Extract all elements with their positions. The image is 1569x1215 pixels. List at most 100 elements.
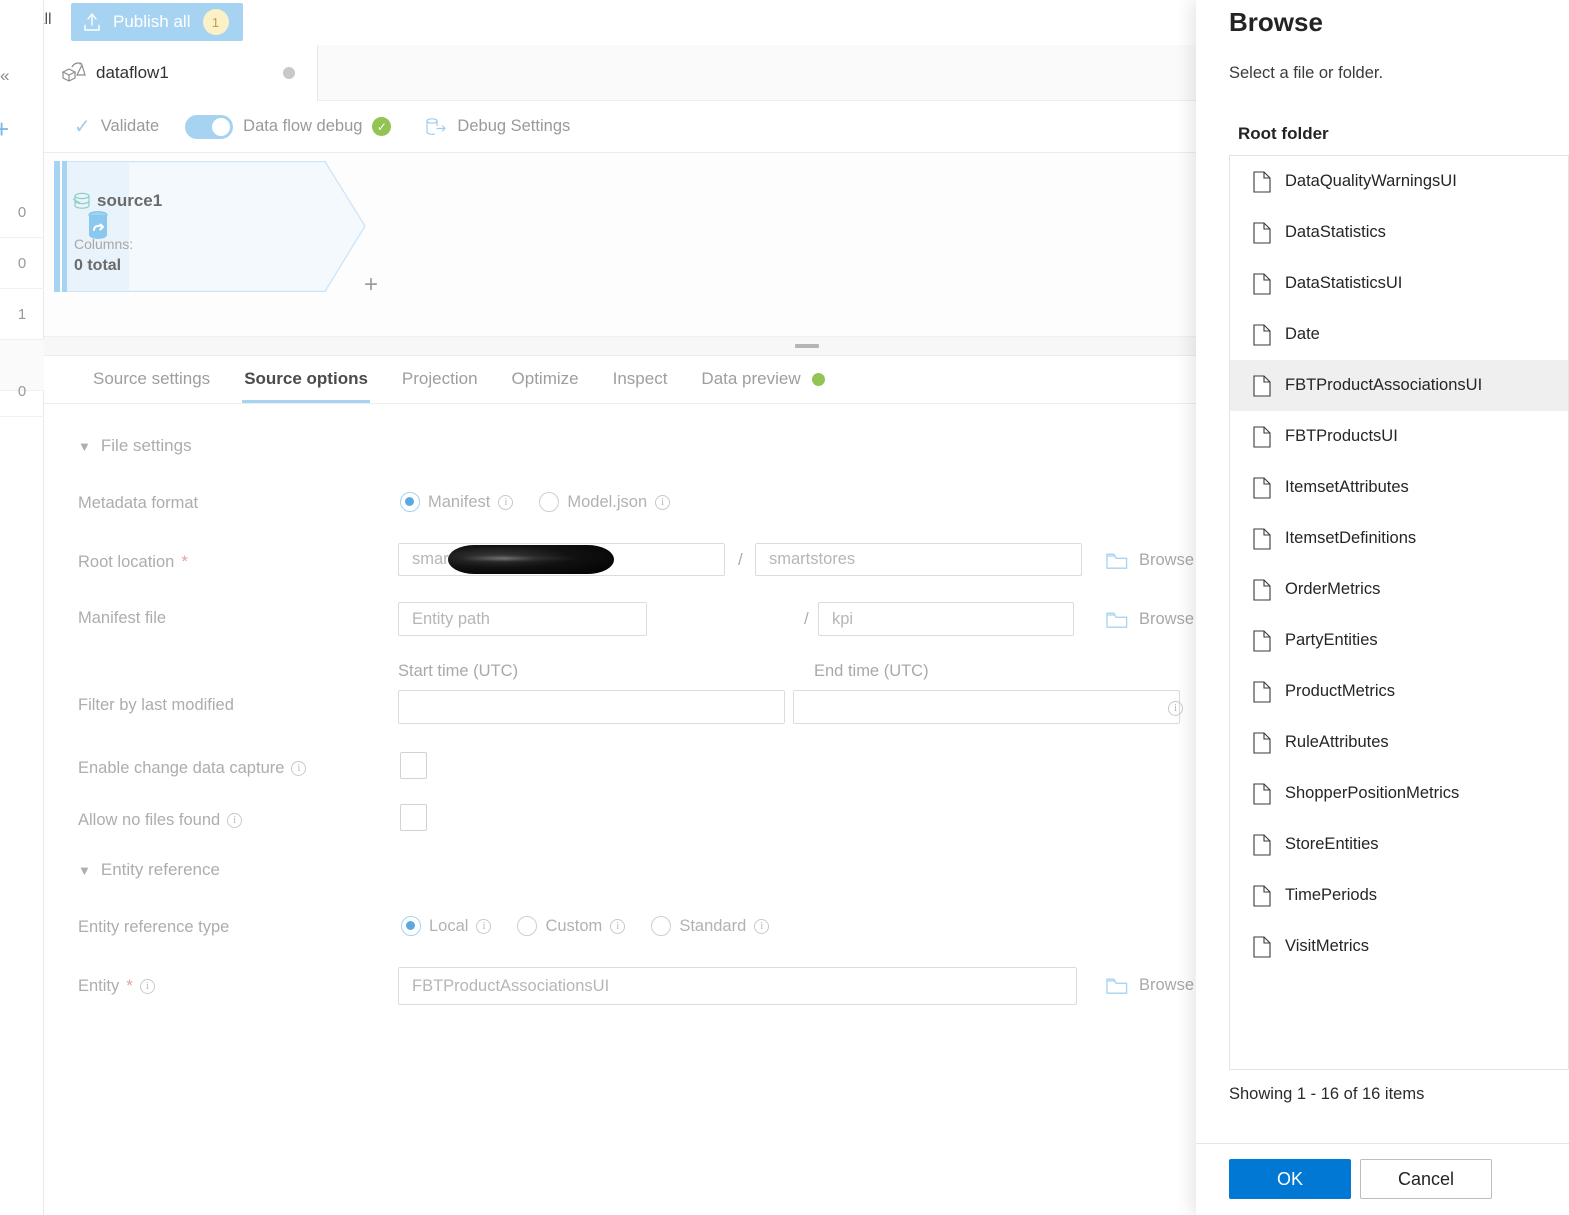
- toggle-switch[interactable]: [185, 114, 234, 139]
- file-list-item[interactable]: FBTProductsUI: [1230, 411, 1568, 462]
- tab-data-preview[interactable]: Data preview: [684, 355, 841, 403]
- end-time-input[interactable]: [793, 690, 1180, 724]
- rail-count-row[interactable]: 1: [0, 289, 44, 340]
- unsaved-indicator-icon: [283, 67, 295, 79]
- root-location-path-input[interactable]: smartstores: [755, 543, 1082, 576]
- metadata-format-radio-group[interactable]: Manifest i Model.json i: [400, 492, 671, 512]
- file-icon: [1253, 578, 1271, 601]
- file-list-item[interactable]: StoreEntities: [1230, 819, 1568, 870]
- entity-browse-button[interactable]: Browse: [1106, 976, 1194, 995]
- folder-icon: [1106, 977, 1128, 995]
- redaction-overlay: [448, 545, 614, 574]
- radio-standard[interactable]: Standard i: [651, 916, 770, 936]
- file-list-item[interactable]: ItemsetDefinitions: [1230, 513, 1568, 564]
- file-list-item[interactable]: PartyEntities: [1230, 615, 1568, 666]
- source-node[interactable]: source1 Columns: 0 total +: [54, 161, 378, 297]
- debug-settings-button[interactable]: Debug Settings: [425, 117, 570, 137]
- file-list-item[interactable]: Date: [1230, 309, 1568, 360]
- file-list-item[interactable]: TimePeriods: [1230, 870, 1568, 921]
- node-columns-label: Columns:: [74, 236, 134, 252]
- rail-count-row[interactable]: 0: [0, 366, 44, 417]
- file-list-item[interactable]: DataStatistics: [1230, 207, 1568, 258]
- metadata-format-label: Metadata format: [78, 494, 198, 513]
- file-list-item[interactable]: DataStatisticsUI: [1230, 258, 1568, 309]
- section-title: File settings: [100, 436, 192, 455]
- publish-all-button[interactable]: Publish all 1: [71, 3, 243, 41]
- file-list-item[interactable]: RuleAttributes: [1230, 717, 1568, 768]
- manifest-file-browse-button[interactable]: Browse: [1106, 610, 1194, 629]
- radio-model-json[interactable]: Model.json i: [539, 492, 671, 512]
- file-settings-section-header[interactable]: ▼ File settings: [78, 436, 192, 456]
- file-list-item[interactable]: FBTProductAssociationsUI: [1230, 360, 1568, 411]
- ok-button[interactable]: OK: [1229, 1159, 1351, 1199]
- allow-no-files-checkbox[interactable]: [400, 804, 427, 831]
- database-export-icon: [425, 117, 447, 137]
- enable-cdc-checkbox[interactable]: [400, 752, 427, 779]
- info-icon[interactable]: i: [227, 813, 243, 828]
- data-flow-debug-toggle[interactable]: Data flow debug ✓: [185, 114, 392, 139]
- radio-manifest[interactable]: Manifest i: [400, 492, 514, 512]
- entity-reference-section-header[interactable]: ▼ Entity reference: [78, 860, 220, 880]
- radio-button[interactable]: [651, 916, 672, 936]
- info-icon[interactable]: i: [610, 918, 626, 934]
- section-title: Entity reference: [100, 860, 220, 879]
- rail-count-value: 0: [17, 254, 27, 272]
- input-value: smartstores: [769, 550, 856, 568]
- start-time-input[interactable]: [398, 690, 785, 724]
- file-name-label: ItemsetAttributes: [1285, 478, 1409, 496]
- file-list-item[interactable]: ProductMetrics: [1230, 666, 1568, 717]
- tab-source-settings[interactable]: Source settings: [76, 355, 227, 403]
- info-icon[interactable]: i: [754, 918, 770, 934]
- add-resource-icon[interactable]: +: [0, 116, 20, 142]
- rail-count-row[interactable]: 0: [0, 238, 44, 289]
- file-list-item[interactable]: VisitMetrics: [1230, 921, 1568, 972]
- file-name-label: FBTProductsUI: [1285, 427, 1398, 445]
- info-icon[interactable]: i: [498, 494, 514, 510]
- rail-count-value: 0: [17, 382, 27, 400]
- entity-input[interactable]: FBTProductAssociationsUI: [398, 967, 1077, 1005]
- radio-button[interactable]: [539, 492, 560, 512]
- chevron-down-icon: ▼: [78, 862, 91, 878]
- file-list-item[interactable]: ShopperPositionMetrics: [1230, 768, 1568, 819]
- folder-icon: [1106, 552, 1128, 570]
- entity-label: Entity * i: [78, 976, 155, 996]
- radio-button[interactable]: [517, 916, 538, 936]
- path-separator: /: [738, 550, 743, 569]
- label-text: Entity: [78, 976, 120, 995]
- file-name-label: ItemsetDefinitions: [1285, 529, 1417, 547]
- cancel-button[interactable]: Cancel: [1360, 1159, 1492, 1199]
- tab-source-options[interactable]: Source options: [227, 355, 385, 403]
- root-location-browse-button[interactable]: Browse: [1106, 551, 1194, 570]
- add-transform-icon[interactable]: +: [364, 273, 378, 297]
- app-root: « + 0 0 1 0 date all Publish all 1: [0, 0, 1569, 1215]
- info-icon[interactable]: i: [139, 978, 155, 994]
- file-list-item[interactable]: ItemsetAttributes: [1230, 462, 1568, 513]
- radio-button[interactable]: [400, 492, 420, 512]
- validate-button[interactable]: ✓ Validate: [74, 117, 159, 137]
- radio-label: Model.json: [567, 492, 648, 511]
- file-list[interactable]: DataQualityWarningsUI DataStatistics DataS…: [1229, 155, 1569, 1070]
- file-icon: [1253, 527, 1271, 550]
- radio-local[interactable]: Local i: [401, 916, 492, 936]
- info-icon[interactable]: i: [655, 494, 671, 510]
- info-icon[interactable]: i: [1168, 701, 1183, 716]
- radio-custom[interactable]: Custom i: [517, 916, 626, 936]
- rail-count-row[interactable]: 0: [0, 187, 44, 238]
- manifest-file-input[interactable]: kpi: [818, 602, 1074, 636]
- folder-icon: [1106, 611, 1128, 629]
- browse-panel-footer: OK Cancel: [1196, 1143, 1569, 1215]
- resize-grip-icon: [794, 344, 819, 348]
- tab-dataflow1[interactable]: dataflow1: [44, 45, 318, 101]
- tab-inspect[interactable]: Inspect: [596, 355, 685, 403]
- info-icon[interactable]: i: [476, 918, 492, 934]
- file-list-item[interactable]: DataQualityWarningsUI: [1230, 156, 1568, 207]
- collapse-panel-icon[interactable]: «: [0, 64, 22, 88]
- tab-label: Projection: [401, 369, 478, 388]
- manifest-entity-path-input[interactable]: Entity path: [398, 602, 647, 636]
- file-list-item[interactable]: OrderMetrics: [1230, 564, 1568, 615]
- radio-button[interactable]: [401, 916, 421, 936]
- tab-projection[interactable]: Projection: [385, 355, 495, 403]
- entity-reference-type-radio-group[interactable]: Local i Custom i Standard i: [401, 916, 770, 936]
- tab-optimize[interactable]: Optimize: [495, 355, 596, 403]
- info-icon[interactable]: i: [291, 761, 307, 776]
